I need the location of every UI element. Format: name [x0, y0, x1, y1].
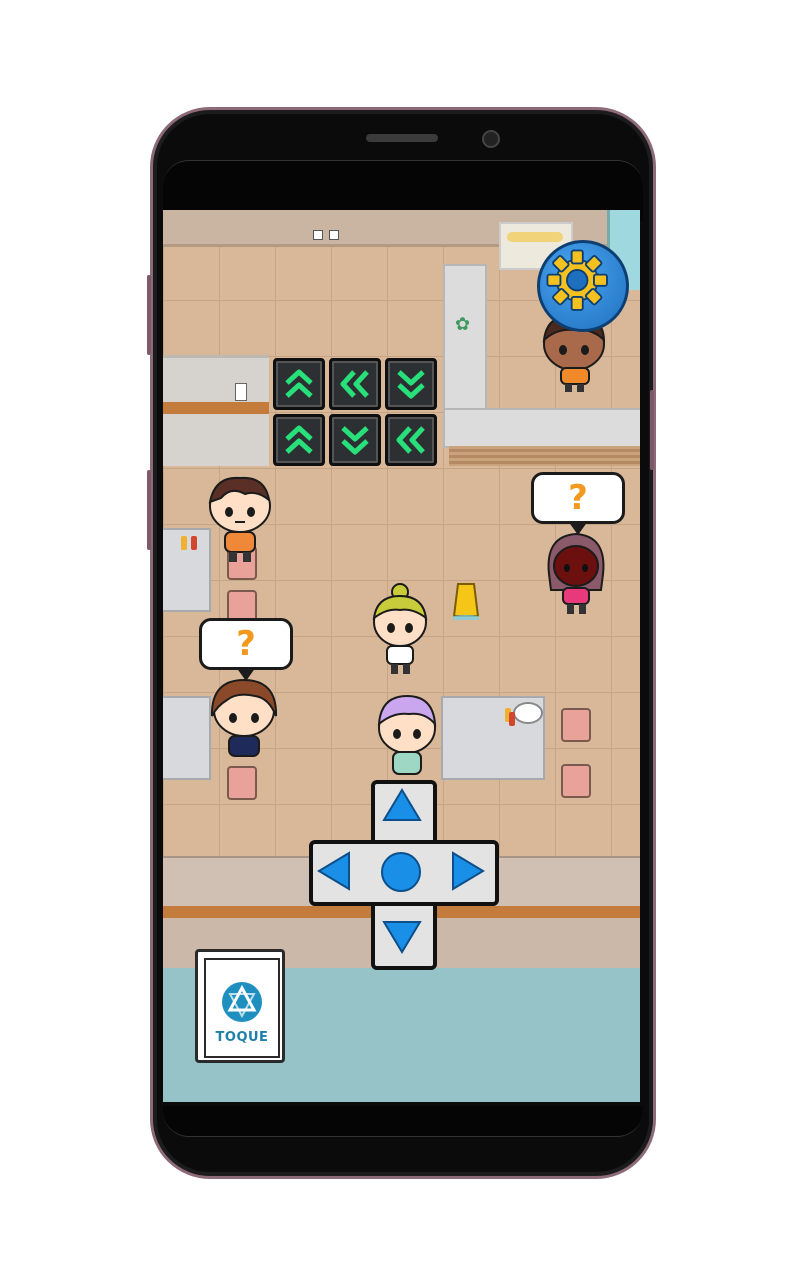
arrow-tile-down[interactable] — [329, 414, 381, 466]
arrow-tile-up[interactable] — [273, 414, 325, 466]
triangle-up-icon — [382, 788, 422, 821]
triangle-down-icon — [382, 921, 422, 954]
customer-character — [207, 676, 281, 770]
customer-character — [545, 528, 607, 622]
left-shelf-stripe — [163, 402, 269, 414]
customer-character — [375, 692, 439, 786]
toque-logo-icon — [222, 982, 262, 1022]
wet-floor-sign-icon — [450, 582, 482, 621]
toque-card: TOQUE — [204, 958, 280, 1058]
arrow-tile-left[interactable] — [385, 414, 437, 466]
triangle-right-icon — [452, 851, 485, 891]
phone-speaker — [366, 134, 438, 142]
chair — [561, 708, 591, 742]
power-button — [650, 390, 654, 470]
player-waiter-character — [369, 583, 431, 680]
dining-table — [163, 696, 211, 780]
double-chevron-up-icon — [285, 369, 313, 398]
dpad-left-button[interactable] — [317, 851, 351, 895]
phone-camera — [482, 130, 500, 148]
game-screen[interactable]: ✿ ? ? TOQUE — [163, 210, 640, 1102]
gear-icon — [546, 249, 608, 311]
dining-table — [441, 696, 545, 780]
kitchen-counter-front — [443, 408, 640, 448]
double-chevron-left-icon — [340, 370, 369, 398]
double-chevron-down-icon — [397, 370, 425, 399]
circle-icon — [381, 852, 421, 892]
double-chevron-up-icon — [285, 425, 313, 454]
toque-button[interactable]: TOQUE — [195, 949, 285, 1063]
arrow-tile-down[interactable] — [385, 358, 437, 410]
settings-button[interactable] — [537, 240, 629, 332]
dpad-down-button[interactable] — [382, 920, 422, 958]
double-chevron-left-icon — [396, 426, 425, 454]
customer-character — [205, 472, 275, 566]
toque-label: TOQUE — [215, 1030, 269, 1045]
phone-bezel-bottom — [163, 1106, 643, 1137]
speech-bubble: ? — [531, 472, 625, 535]
arrow-tile-up[interactable] — [273, 358, 325, 410]
dpad-up-button[interactable] — [382, 788, 422, 826]
triangle-left-icon — [317, 851, 350, 891]
dining-table — [163, 528, 211, 612]
double-chevron-down-icon — [341, 426, 369, 455]
volume-button — [147, 275, 151, 355]
chair — [227, 766, 257, 800]
speech-bubble: ? — [199, 618, 293, 681]
dpad-right-button[interactable] — [451, 851, 485, 895]
bixby-button — [147, 470, 151, 550]
chair — [561, 764, 591, 798]
wall-outlet — [235, 383, 247, 401]
dpad-controller[interactable] — [309, 780, 499, 970]
arrow-tile-left[interactable] — [329, 358, 381, 410]
dpad-center-button[interactable] — [380, 851, 422, 897]
counter-steps — [449, 446, 640, 466]
